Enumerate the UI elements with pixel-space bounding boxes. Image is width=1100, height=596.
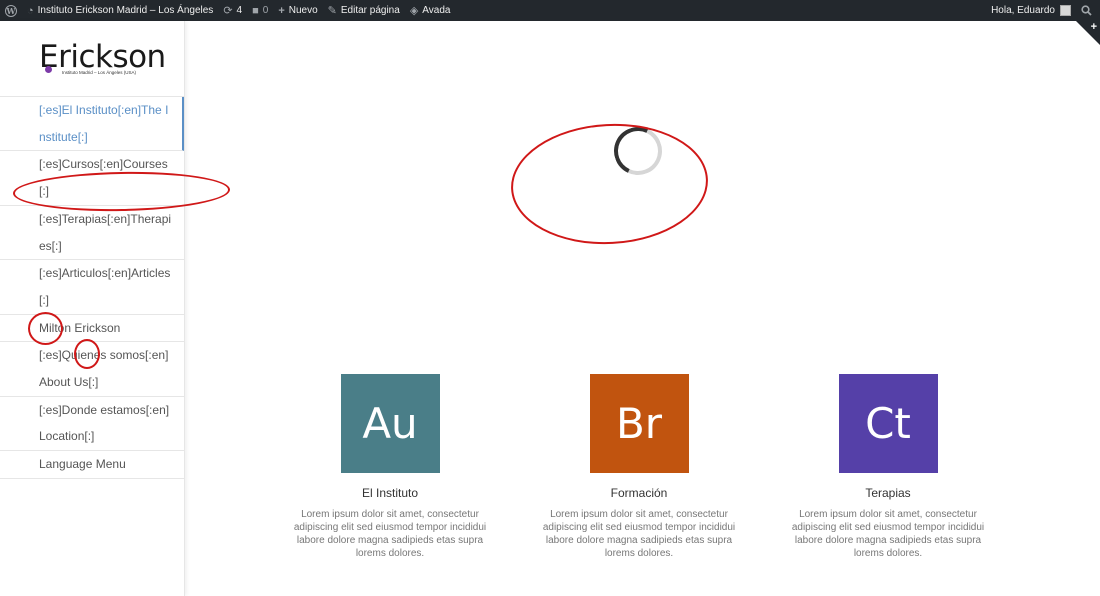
avada-label: Avada — [422, 5, 451, 16]
card-tile[interactable]: Br — [589, 374, 689, 473]
dashboard-icon: ◔ — [27, 4, 34, 17]
edit-page-link[interactable]: ✎ Editar página — [323, 0, 405, 21]
menu-item-language[interactable]: Language Menu — [0, 451, 184, 479]
feature-card: Ct Terapias Lorem ipsum dolor sit amet, … — [776, 374, 1000, 560]
avada-icon: ◈ — [409, 5, 419, 17]
my-account-link[interactable]: Hola, Eduardo — [986, 0, 1076, 21]
avatar — [1060, 5, 1071, 16]
main-menu: [:es]El Instituto[:en]The Institute[:] [… — [0, 96, 184, 479]
card-title: El Instituto — [361, 486, 419, 500]
plus-icon: + — [1090, 21, 1097, 33]
logo-dot — [45, 66, 52, 73]
comments-count: 0 — [262, 5, 269, 16]
card-abbr: Ct — [865, 399, 911, 448]
menu-item-cursos[interactable]: [:es]Cursos[:en]Courses[:] — [0, 151, 184, 206]
wp-admin-bar: W ◔ Instituto Erickson Madrid – Los Ánge… — [0, 0, 1100, 21]
updates-link[interactable]: ⟳ 4 — [218, 0, 247, 21]
card-tile[interactable]: Ct — [838, 374, 938, 473]
card-text: Lorem ipsum dolor sit amet, consectetur … — [791, 509, 985, 559]
avada-link[interactable]: ◈ Avada — [405, 0, 456, 21]
card-abbr: Au — [362, 399, 418, 448]
menu-item-donde-estamos[interactable]: [:es]Donde estamos[:en]Location[:] — [0, 397, 184, 452]
menu-item-articulos[interactable]: [:es]Articulos[:en]Articles [:] — [0, 260, 184, 315]
site-logo[interactable]: Erickson Instituto Madrid – Los Ángeles … — [0, 21, 184, 96]
updates-count: 4 — [236, 5, 243, 16]
comments-link[interactable]: ■ 0 — [247, 0, 273, 21]
feature-card: Au El Instituto Lorem ipsum dolor sit am… — [278, 374, 502, 560]
side-navigation: Erickson Instituto Madrid – Los Ángeles … — [0, 21, 185, 596]
wordpress-icon: W — [5, 4, 17, 17]
card-title: Terapias — [865, 486, 911, 500]
menu-item-instituto[interactable]: [:es]El Instituto[:en]The Institute[:] — [0, 97, 184, 152]
loading-spinner — [607, 120, 669, 182]
card-tile[interactable]: Au — [340, 374, 440, 473]
search-button[interactable] — [1076, 0, 1100, 21]
menu-item-quienes-somos[interactable]: [:es]Quienes somos[:en]About Us[:] — [0, 342, 184, 397]
menu-item-terapias[interactable]: [:es]Terapias[:en]Therapies[:] — [0, 206, 184, 261]
new-label: Nuevo — [288, 5, 318, 16]
site-name: Instituto Erickson Madrid – Los Ángeles — [37, 5, 214, 16]
greeting: Hola, Eduardo — [991, 5, 1055, 16]
card-text: Lorem ipsum dolor sit amet, consectetur … — [542, 509, 736, 559]
plus-icon: + — [278, 4, 285, 17]
feature-card: Br Formación Lorem ipsum dolor sit amet,… — [527, 374, 751, 560]
card-abbr: Br — [615, 399, 663, 448]
comment-icon: ■ — [252, 4, 259, 17]
card-text: Lorem ipsum dolor sit amet, consectetur … — [293, 509, 487, 559]
annotation-circle — [507, 118, 712, 250]
pencil-icon: ✎ — [327, 5, 337, 17]
wordpress-logo-button[interactable]: W — [0, 0, 22, 21]
new-content-link[interactable]: + Nuevo — [273, 0, 322, 21]
edit-label: Editar página — [340, 5, 400, 16]
card-title: Formación — [610, 486, 668, 500]
search-icon — [1081, 5, 1092, 16]
menu-item-milton-erickson[interactable]: Milton Erickson — [0, 315, 184, 343]
refresh-icon: ⟳ — [223, 5, 233, 17]
logo-subtitle: Instituto Madrid – Los Ángeles (USA) — [62, 70, 137, 75]
site-name-link[interactable]: ◔ Instituto Erickson Madrid – Los Ángele… — [22, 0, 218, 21]
